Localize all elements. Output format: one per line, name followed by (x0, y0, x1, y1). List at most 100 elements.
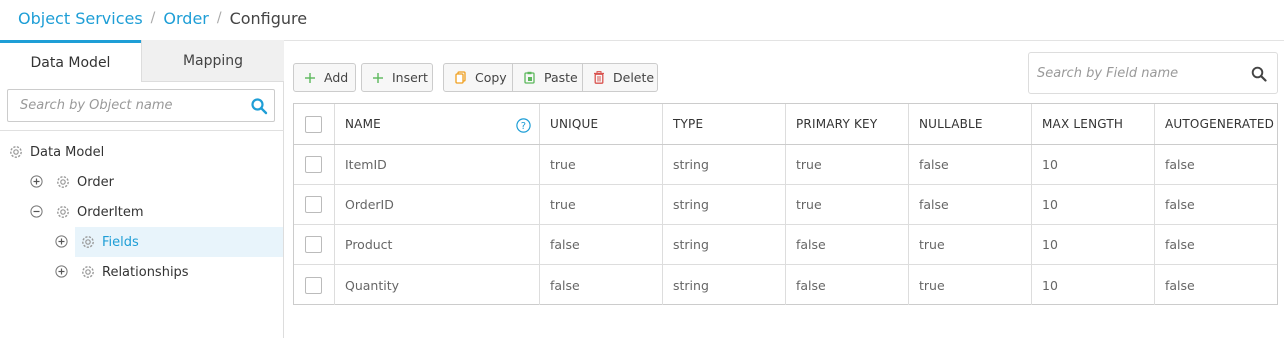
column-header-label: TYPE (673, 117, 704, 131)
cell-autogenerated[interactable]: false (1155, 185, 1277, 224)
copy-button-label: Copy (475, 70, 507, 85)
field-search-input[interactable] (1029, 53, 1239, 93)
row-select-cell (294, 225, 335, 264)
search-icon[interactable] (250, 97, 268, 115)
cell-max-length[interactable]: 10 (1032, 265, 1155, 305)
cell-primary-key[interactable]: true (786, 145, 909, 184)
breadcrumb-separator: / (216, 10, 222, 26)
column-header-label: MAX LENGTH (1042, 117, 1124, 131)
row-select-cell (294, 265, 335, 305)
column-header-max-length[interactable]: MAX LENGTH (1032, 104, 1155, 144)
cell-max-length[interactable]: 10 (1032, 225, 1155, 264)
delete-button-label: Delete (613, 70, 655, 85)
column-header-name[interactable]: NAME ? (335, 104, 540, 144)
cell-nullable[interactable]: true (909, 265, 1032, 305)
gear-icon (57, 176, 69, 188)
row-checkbox[interactable] (305, 196, 322, 213)
table-row[interactable]: Quantity false string false true 10 fals… (294, 265, 1277, 305)
table-row[interactable]: Product false string false true 10 false (294, 225, 1277, 265)
cell-autogenerated[interactable]: false (1155, 145, 1277, 184)
trash-icon (594, 71, 604, 84)
tree-item-label: Fields (102, 234, 139, 250)
column-header-label: PRIMARY KEY (796, 117, 878, 131)
add-button[interactable]: Add (293, 63, 356, 92)
insert-button-label: Insert (392, 70, 428, 85)
row-checkbox[interactable] (305, 276, 322, 294)
paste-button[interactable]: Paste (513, 63, 583, 92)
tree-item-data-model[interactable]: Data Model (9, 137, 104, 167)
expand-plus-icon[interactable] (55, 265, 68, 278)
column-header-autogenerated[interactable]: AUTOGENERATED (1155, 104, 1277, 144)
copy-button[interactable]: Copy (443, 63, 513, 92)
tab-mapping[interactable]: Mapping (141, 40, 284, 82)
cell-unique[interactable]: false (540, 225, 663, 264)
cell-primary-key[interactable]: false (786, 225, 909, 264)
cell-name[interactable]: Quantity (335, 265, 540, 305)
column-header-type[interactable]: TYPE (663, 104, 786, 144)
cell-unique[interactable]: true (540, 185, 663, 224)
left-panel: Data Model Mapping Data Model Order (0, 40, 284, 338)
tree-item-order[interactable]: Order (56, 167, 114, 197)
tree-item-label: Order (77, 174, 114, 190)
object-search-input[interactable] (8, 90, 244, 121)
add-button-label: Add (324, 70, 349, 85)
column-header-label: UNIQUE (550, 117, 599, 131)
grid-header-row: NAME ? UNIQUE TYPE PRIMARY KEY NULLABLE … (294, 104, 1277, 145)
column-header-label: AUTOGENERATED (1165, 117, 1275, 131)
search-icon[interactable] (1251, 66, 1267, 82)
tree-item-label: OrderItem (77, 204, 144, 220)
help-glyph: ? (521, 121, 527, 132)
expand-plus-icon[interactable] (55, 235, 68, 248)
breadcrumb-separator: / (150, 10, 156, 26)
cell-max-length[interactable]: 10 (1032, 185, 1155, 224)
cell-name[interactable]: Product (335, 225, 540, 264)
gear-icon (57, 206, 69, 218)
field-search-box (1028, 52, 1278, 94)
gear-icon (82, 266, 94, 278)
cell-nullable[interactable]: false (909, 185, 1032, 224)
expand-plus-icon[interactable] (30, 175, 43, 188)
column-header-nullable[interactable]: NULLABLE (909, 104, 1032, 144)
gear-icon (10, 146, 22, 158)
paste-icon (524, 71, 535, 84)
cell-name[interactable]: OrderID (335, 185, 540, 224)
table-row[interactable]: ItemID true string true false 10 false (294, 145, 1277, 185)
breadcrumb-order-link[interactable]: Order (163, 9, 208, 28)
tree-item-fields[interactable]: Fields (75, 227, 283, 257)
column-header-unique[interactable]: UNIQUE (540, 104, 663, 144)
cell-autogenerated[interactable]: false (1155, 265, 1277, 305)
tree-item-orderitem[interactable]: OrderItem (56, 197, 144, 227)
cell-nullable[interactable]: false (909, 145, 1032, 184)
cell-max-length[interactable]: 10 (1032, 145, 1155, 184)
tree-item-label: Data Model (30, 144, 105, 160)
cell-type[interactable]: string (663, 265, 786, 305)
help-icon[interactable]: ? (516, 118, 531, 133)
panel-divider (0, 130, 284, 131)
row-select-cell (294, 145, 335, 184)
cell-name[interactable]: ItemID (335, 145, 540, 184)
row-checkbox[interactable] (305, 236, 322, 253)
cell-type[interactable]: string (663, 225, 786, 264)
cell-nullable[interactable]: true (909, 225, 1032, 264)
tab-data-model[interactable]: Data Model (0, 40, 141, 82)
row-select-cell (294, 185, 335, 224)
cell-autogenerated[interactable]: false (1155, 225, 1277, 264)
delete-button[interactable]: Delete (583, 63, 658, 92)
breadcrumb: Object Services / Order / Configure (18, 6, 307, 30)
tree-item-relationships[interactable]: Relationships (81, 257, 189, 287)
cell-primary-key[interactable]: false (786, 265, 909, 305)
paste-button-label: Paste (544, 70, 578, 85)
cell-unique[interactable]: true (540, 145, 663, 184)
breadcrumb-object-services-link[interactable]: Object Services (18, 9, 143, 28)
cell-unique[interactable]: false (540, 265, 663, 305)
object-search-box (7, 89, 275, 122)
cell-primary-key[interactable]: true (786, 185, 909, 224)
collapse-minus-icon[interactable] (30, 205, 43, 218)
table-row[interactable]: OrderID true string true false 10 false (294, 185, 1277, 225)
select-all-checkbox[interactable] (305, 115, 322, 133)
cell-type[interactable]: string (663, 145, 786, 184)
column-header-primary-key[interactable]: PRIMARY KEY (786, 104, 909, 144)
cell-type[interactable]: string (663, 185, 786, 224)
row-checkbox[interactable] (305, 156, 322, 173)
insert-button[interactable]: Insert (361, 63, 433, 92)
